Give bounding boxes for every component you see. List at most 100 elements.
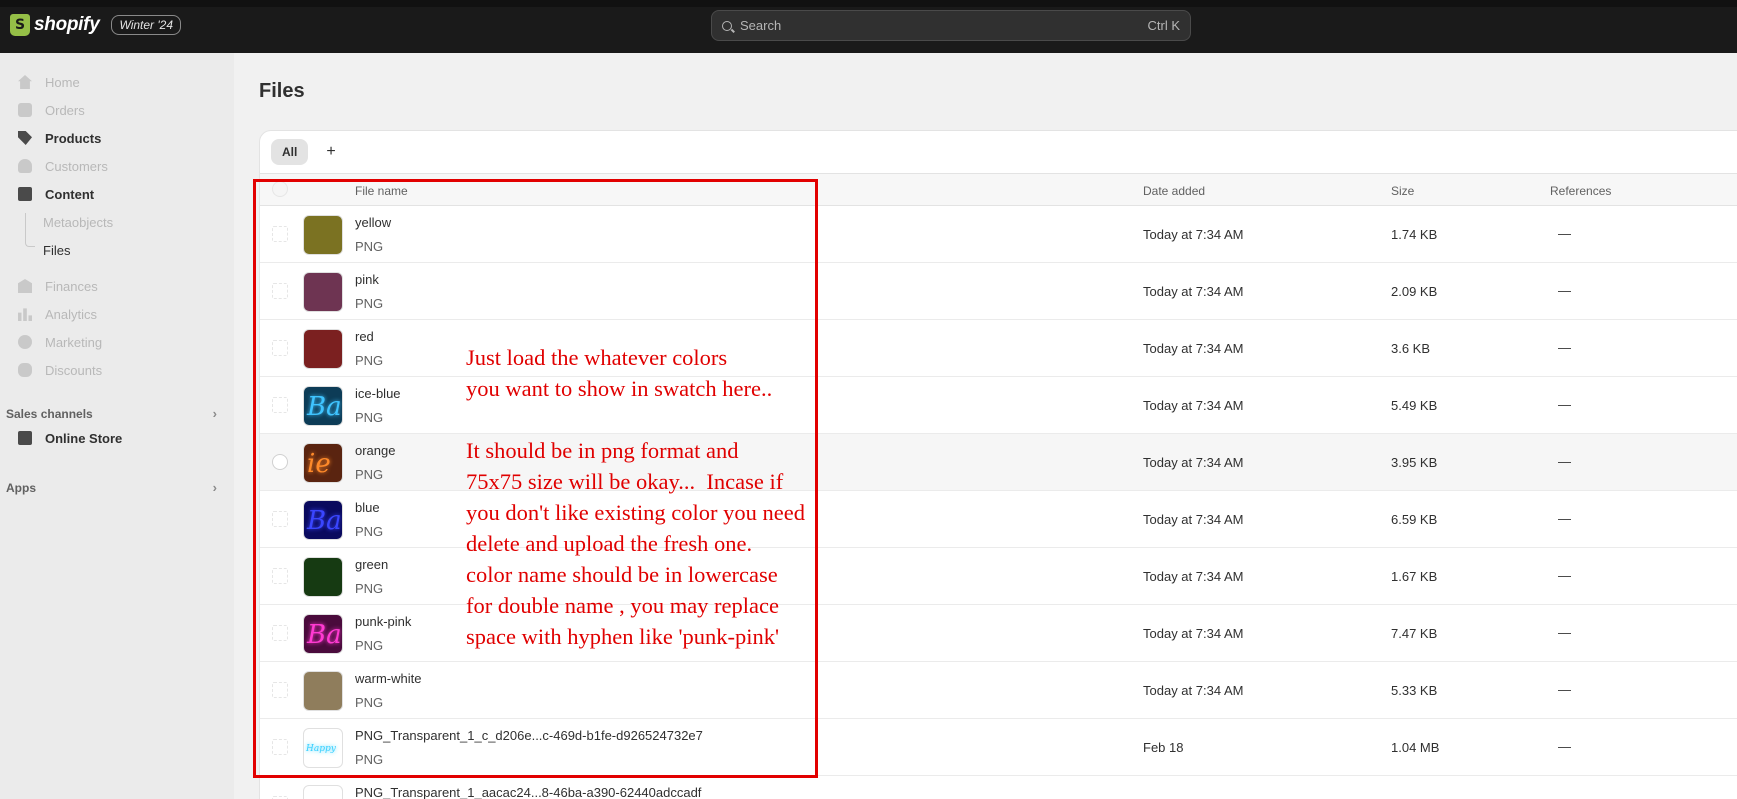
file-name[interactable]: red bbox=[355, 329, 374, 344]
tab-all[interactable]: All bbox=[271, 139, 309, 165]
search-bar[interactable]: Search Ctrl K bbox=[711, 10, 1191, 41]
file-name[interactable]: blue bbox=[355, 500, 380, 515]
shopify-logo[interactable]: shopify Winter '24 bbox=[10, 14, 182, 36]
file-references: — bbox=[1558, 682, 1571, 697]
row-checkbox[interactable] bbox=[272, 511, 288, 527]
file-date: Today at 7:34 AM bbox=[1143, 512, 1244, 527]
row-checkbox[interactable] bbox=[272, 340, 288, 356]
column-file-name[interactable]: File name bbox=[355, 184, 408, 198]
column-references: References bbox=[1550, 184, 1612, 198]
file-type: PNG bbox=[355, 467, 384, 482]
sidebar-item-finances[interactable]: Finances bbox=[6, 273, 223, 299]
file-name[interactable]: PNG_Transparent_1_c_d206e...c-469d-b1fe-… bbox=[355, 728, 703, 743]
discount-icon bbox=[18, 363, 32, 377]
tag-icon bbox=[18, 131, 32, 145]
annotation-line: you don't like existing color you need bbox=[466, 500, 805, 525]
file-type: PNG bbox=[355, 296, 384, 311]
file-date: Today at 7:34 AM bbox=[1143, 683, 1244, 698]
file-references: — bbox=[1558, 568, 1571, 583]
file-thumbnail[interactable] bbox=[303, 557, 343, 597]
file-name[interactable]: orange bbox=[355, 443, 395, 458]
sidebar-item-label: Orders bbox=[45, 102, 85, 118]
table-row[interactable]: PNG_Transparent_1_aacac24...8-46ba-a390-… bbox=[260, 776, 1737, 799]
file-name[interactable]: punk-pink bbox=[355, 614, 411, 629]
annotation-line: space with hyphen like 'punk-pink' bbox=[466, 624, 780, 649]
home-icon bbox=[18, 75, 32, 89]
file-thumbnail[interactable]: Happy bbox=[303, 728, 343, 768]
row-checkbox[interactable] bbox=[272, 625, 288, 641]
row-checkbox[interactable] bbox=[272, 739, 288, 755]
file-references: — bbox=[1558, 283, 1571, 298]
view-tabs: All + bbox=[260, 131, 1737, 174]
file-references: — bbox=[1558, 226, 1571, 241]
search-icon bbox=[722, 20, 732, 31]
chevron-right-icon: › bbox=[212, 480, 217, 495]
sidebar-item-customers[interactable]: Customers bbox=[6, 153, 223, 179]
file-date: Today at 7:34 AM bbox=[1143, 455, 1244, 470]
sidebar-item-label: Customers bbox=[45, 158, 108, 174]
file-type: PNG bbox=[355, 695, 384, 710]
file-name[interactable]: ice-blue bbox=[355, 386, 401, 401]
sidebar-item-home[interactable]: Home bbox=[6, 69, 223, 95]
column-date-added[interactable]: Date added bbox=[1143, 184, 1205, 198]
row-checkbox[interactable] bbox=[272, 283, 288, 299]
file-date: Feb 18 bbox=[1143, 740, 1184, 755]
sidebar-item-metaobjects[interactable]: Metaobjects bbox=[6, 209, 223, 235]
target-icon bbox=[18, 335, 32, 349]
file-thumbnail[interactable] bbox=[303, 785, 343, 799]
sales-channels-header[interactable]: Sales channels › bbox=[6, 406, 217, 421]
file-thumbnail[interactable] bbox=[303, 272, 343, 312]
file-thumbnail[interactable] bbox=[303, 329, 343, 369]
table-row[interactable]: yellow PNG Today at 7:34 AM 1.74 KB — bbox=[260, 206, 1737, 263]
file-name[interactable]: warm-white bbox=[355, 671, 421, 686]
file-thumbnail[interactable]: Ba bbox=[303, 386, 343, 426]
select-all-checkbox[interactable] bbox=[272, 181, 288, 197]
store-icon bbox=[18, 431, 32, 445]
table-row[interactable]: Happy PNG_Transparent_1_c_d206e...c-469d-… bbox=[260, 719, 1737, 776]
file-date: Today at 7:34 AM bbox=[1143, 626, 1244, 641]
file-references: — bbox=[1558, 625, 1571, 640]
sidebar-item-orders[interactable]: Orders bbox=[6, 97, 223, 123]
sidebar-item-label: Online Store bbox=[45, 430, 123, 446]
sidebar-item-analytics[interactable]: Analytics bbox=[6, 301, 223, 327]
file-type: PNG bbox=[355, 410, 384, 425]
file-type: PNG bbox=[355, 752, 384, 767]
add-view-button[interactable]: + bbox=[320, 143, 341, 161]
file-type: PNG bbox=[355, 239, 384, 254]
file-name[interactable]: yellow bbox=[355, 215, 391, 230]
row-checkbox[interactable] bbox=[272, 226, 288, 242]
orders-icon bbox=[18, 103, 32, 117]
row-checkbox[interactable] bbox=[272, 568, 288, 584]
sidebar-item-marketing[interactable]: Marketing bbox=[6, 329, 223, 355]
file-type: PNG bbox=[355, 353, 384, 368]
sidebar-item-products[interactable]: Products bbox=[6, 125, 223, 151]
brand-name: shopify bbox=[34, 14, 100, 35]
file-references: — bbox=[1558, 511, 1571, 526]
file-thumbnail[interactable] bbox=[303, 215, 343, 255]
file-references: — bbox=[1558, 340, 1571, 355]
file-name[interactable]: pink bbox=[355, 272, 379, 287]
row-checkbox[interactable] bbox=[272, 682, 288, 698]
file-thumbnail[interactable] bbox=[303, 671, 343, 711]
sidebar-item-content[interactable]: Content bbox=[6, 181, 223, 207]
apps-header[interactable]: Apps › bbox=[6, 480, 217, 495]
sidebar-item-discounts[interactable]: Discounts bbox=[6, 357, 223, 383]
column-size[interactable]: Size bbox=[1391, 184, 1414, 198]
annotation-line: 75x75 size will be okay... Incase if bbox=[466, 469, 784, 494]
table-row[interactable]: warm-white PNG Today at 7:34 AM 5.33 KB — bbox=[260, 662, 1737, 719]
sidebar-item-online-store[interactable]: Online Store bbox=[6, 425, 223, 451]
file-name[interactable]: PNG_Transparent_1_aacac24...8-46ba-a390-… bbox=[355, 785, 701, 799]
row-checkbox[interactable] bbox=[272, 397, 288, 413]
sidebar-item-files[interactable]: Files bbox=[6, 237, 223, 263]
sidebar: Home Orders Products Customers Content M… bbox=[0, 53, 234, 799]
table-row[interactable]: pink PNG Today at 7:34 AM 2.09 KB — bbox=[260, 263, 1737, 320]
section-label: Apps bbox=[6, 480, 36, 495]
file-thumbnail[interactable]: Ba bbox=[303, 614, 343, 654]
file-thumbnail[interactable]: ie bbox=[303, 443, 343, 483]
file-thumbnail[interactable]: Ba bbox=[303, 500, 343, 540]
file-size: 6.59 KB bbox=[1391, 512, 1438, 527]
bank-icon bbox=[18, 279, 32, 293]
section-label: Sales channels bbox=[6, 406, 93, 421]
row-checkbox[interactable] bbox=[272, 454, 288, 470]
file-name[interactable]: green bbox=[355, 557, 388, 572]
